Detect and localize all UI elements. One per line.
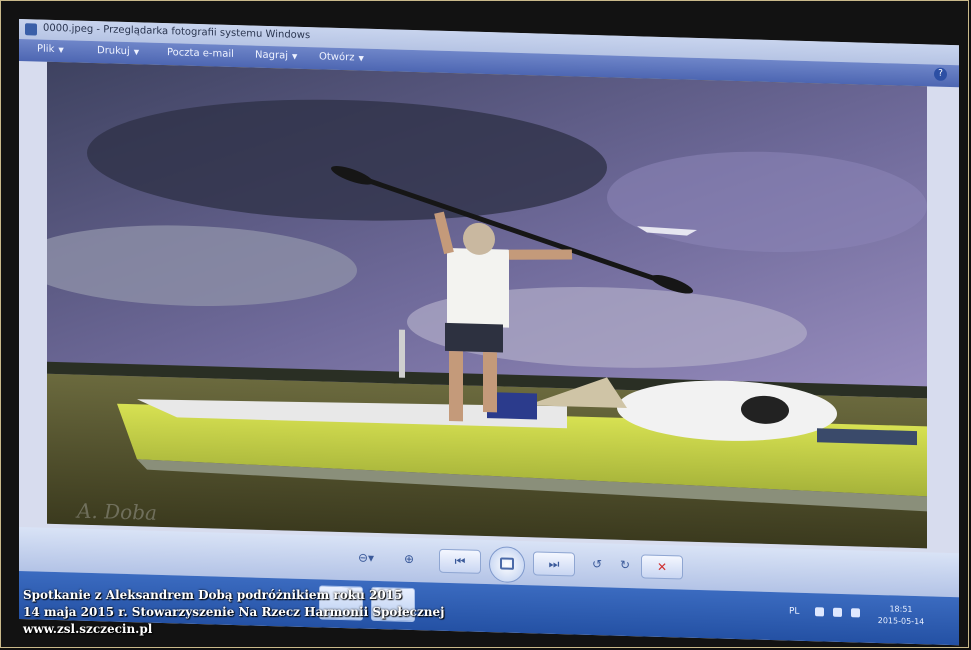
chevron-down-icon: ▼: [58, 46, 64, 55]
clock-date: 2015-05-14: [877, 615, 925, 627]
displayed-photo: A. Doba: [47, 61, 927, 549]
menu-email[interactable]: Poczta e-mail: [167, 47, 234, 60]
rotate-right-icon[interactable]: ↻: [613, 554, 637, 577]
menu-open[interactable]: Otwórz ▼: [319, 51, 364, 63]
volume-icon[interactable]: [851, 608, 860, 618]
window-title: 0000.jpeg - Przeglądarka fotografii syst…: [43, 22, 311, 42]
zoom-icon[interactable]: ⊖▾: [349, 546, 383, 569]
caption-line-2: 14 maja 2015 r. Stowarzyszenie Na Rzecz …: [23, 605, 445, 619]
previous-icon[interactable]: ⏮: [439, 548, 481, 574]
chevron-down-icon: ▼: [358, 54, 364, 63]
language-indicator[interactable]: PL: [789, 607, 799, 617]
menu-burn[interactable]: Nagraj ▼: [255, 50, 297, 62]
network-icon[interactable]: [815, 607, 824, 617]
system-clock[interactable]: 18:51 2015-05-14: [871, 603, 931, 629]
monument-shape: [399, 329, 405, 378]
photo-viewer-app-icon: [25, 23, 37, 36]
photo-watermark: A. Doba: [75, 499, 157, 525]
help-icon[interactable]: ?: [934, 67, 947, 81]
menu-file[interactable]: Plik ▼: [37, 44, 64, 56]
next-icon[interactable]: ⏭: [533, 551, 575, 577]
slideshow-icon[interactable]: [489, 546, 525, 584]
photo-frame: 0000.jpeg - Przeglądarka fotografii syst…: [0, 0, 969, 648]
fit-icon[interactable]: ⊕: [397, 548, 421, 571]
delete-icon[interactable]: ✕: [641, 554, 683, 580]
rotate-left-icon[interactable]: ↺: [585, 553, 609, 576]
caption-line-1: Spotkanie z Aleksandrem Dobą podróżnikie…: [23, 588, 403, 602]
caption-line-3: www.zsl.szczecin.pl: [23, 622, 153, 636]
chevron-down-icon: ▼: [133, 48, 140, 57]
photo-kayaker-image: A. Doba: [47, 61, 927, 549]
flag-icon[interactable]: [833, 607, 842, 617]
projected-screen: 0000.jpeg - Przeglądarka fotografii syst…: [19, 19, 959, 646]
photo-caption: Spotkanie z Aleksandrem Dobą podróżnikie…: [23, 587, 444, 638]
menu-print[interactable]: Drukuj ▼: [97, 45, 139, 57]
chevron-down-icon: ▼: [291, 52, 298, 61]
